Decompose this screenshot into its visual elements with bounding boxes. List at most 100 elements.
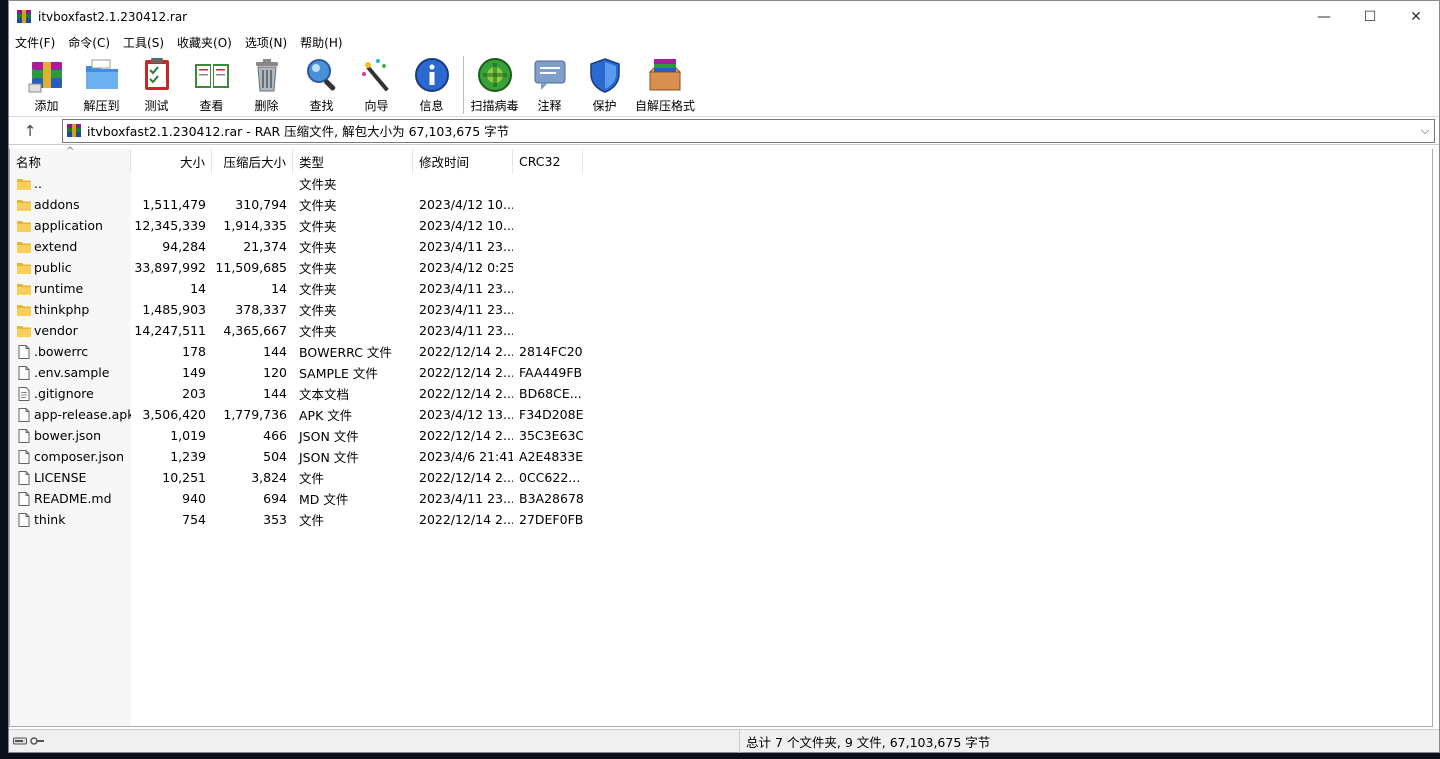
file-row[interactable]: LICENSE 10,251 3,824 文件 2022/12/14 2... 0CC62…	[10, 467, 1432, 488]
sfx-button[interactable]: 自解压格式	[632, 56, 698, 114]
file-size: 1,485,903	[142, 302, 206, 317]
file-row[interactable]: thinkphp 1,485,903 378,337 文件夹 2023/4/11 23.…	[10, 299, 1432, 320]
file-modified: 2022/12/14 2...	[419, 512, 513, 527]
extract-to-button[interactable]: 解压到	[74, 56, 129, 114]
file-row[interactable]: extend 94,284 21,374 文件夹 2023/4/11 23...	[10, 236, 1432, 257]
add-button[interactable]: 添加	[19, 56, 74, 114]
column-header-size[interactable]: 大小	[131, 149, 212, 173]
menu-favorites[interactable]: 收藏夹(O)	[177, 34, 232, 51]
file-type: JSON 文件	[299, 429, 359, 444]
close-button[interactable]: ✕	[1393, 1, 1439, 33]
virus-scan-button[interactable]: 扫描病毒	[467, 56, 522, 114]
file-size: 3,506,420	[142, 407, 206, 422]
file-row[interactable]: .bowerrc 178 144 BOWERRC 文件 2022/12/14 2... 2…	[10, 341, 1432, 362]
file-row[interactable]: application 12,345,339 1,914,335 文件夹 2023/4/…	[10, 215, 1432, 236]
file-type: 文件	[299, 471, 325, 486]
file-size: 149	[182, 365, 206, 380]
file-size: 33,897,992	[134, 260, 206, 275]
column-header-type[interactable]: 类型	[293, 149, 413, 173]
comment-button[interactable]: 注释	[522, 56, 577, 114]
file-modified: 2023/4/12 13...	[419, 407, 513, 422]
winrar-app-icon	[17, 10, 31, 23]
file-size: 1,239	[170, 449, 206, 464]
file-crc32: 0CC622...	[519, 470, 581, 485]
wizard-button[interactable]: 向导	[349, 56, 404, 114]
file-icon	[18, 344, 30, 359]
find-button[interactable]: 查找	[294, 56, 349, 114]
file-name-cell: LICENSE	[10, 467, 131, 488]
wizard-icon	[361, 59, 389, 92]
menu-options[interactable]: 选项(N)	[245, 34, 287, 51]
file-row[interactable]: .env.sample 149 120 SAMPLE 文件 2022/12/14 2..…	[10, 362, 1432, 383]
test-button[interactable]: 测试	[129, 56, 184, 114]
file-packed-size: 1,779,736	[223, 407, 287, 422]
file-modified	[413, 173, 513, 194]
minimize-button[interactable]: —	[1301, 1, 1347, 33]
view-icon	[194, 64, 229, 88]
file-row[interactable]: bower.json 1,019 466 JSON 文件 2022/12/14 2...…	[10, 425, 1432, 446]
file-icon	[18, 365, 30, 380]
file-name: .gitignore	[34, 386, 94, 401]
text-file-icon	[18, 386, 30, 401]
file-type: 文件夹	[299, 198, 337, 213]
file-row[interactable]: vendor 14,247,511 4,365,667 文件夹 2023/4/11 23…	[10, 320, 1432, 341]
test-icon	[144, 58, 169, 90]
address-dropdown-icon[interactable]: ⌵	[1416, 124, 1434, 138]
file-row[interactable]: app-release.apk 3,506,420 1,779,736 APK 文件 2…	[10, 404, 1432, 425]
file-crc32	[513, 173, 583, 194]
file-modified: 2023/4/11 23...	[419, 491, 513, 506]
protect-button[interactable]: 保护	[577, 56, 632, 114]
toolbar: 添加 解压到 测试 查看 删除 查找 向导 信息 扫描病毒 注释 保护 自解压格…	[9, 51, 1439, 117]
file-packed-size: 1,914,335	[223, 218, 287, 233]
file-icon	[18, 491, 30, 506]
file-row[interactable]: .. 文件夹	[10, 173, 1432, 194]
file-row[interactable]: think 754 353 文件 2022/12/14 2... 27DEF0FB	[10, 509, 1432, 530]
file-type: 文件夹	[299, 282, 337, 297]
column-header-modified[interactable]: 修改时间	[413, 149, 513, 173]
menu-commands[interactable]: 命令(C)	[68, 34, 110, 51]
menu-file[interactable]: 文件(F)	[15, 34, 55, 51]
status-bar: 总计 7 个文件夹, 9 文件, 67,103,675 字节	[9, 729, 1439, 753]
file-size: 754	[182, 512, 206, 527]
file-modified: 2023/4/11 23...	[419, 323, 513, 338]
file-size: 203	[182, 386, 206, 401]
maximize-button[interactable]: ☐	[1347, 1, 1393, 33]
up-one-level-button[interactable]: ↑	[13, 118, 47, 144]
file-row[interactable]: composer.json 1,239 504 JSON 文件 2023/4/6 21:…	[10, 446, 1432, 467]
file-crc32	[513, 299, 583, 320]
menu-tools[interactable]: 工具(S)	[123, 34, 164, 51]
address-bar[interactable]: itvboxfast2.1.230412.rar - RAR 压缩文件, 解包大…	[62, 118, 1435, 143]
file-size: 14	[190, 281, 206, 296]
file-modified: 2023/4/11 23...	[419, 302, 513, 317]
file-row[interactable]: .gitignore 203 144 文本文档 2022/12/14 2... BD68C…	[10, 383, 1432, 404]
file-modified: 2022/12/14 2...	[419, 386, 513, 401]
file-row[interactable]: public 33,897,992 11,509,685 文件夹 2023/4/12 0…	[10, 257, 1432, 278]
file-name: vendor	[34, 323, 78, 338]
file-name: composer.json	[34, 449, 125, 464]
file-name-cell: .bowerrc	[10, 341, 131, 362]
menu-help[interactable]: 帮助(H)	[300, 34, 342, 51]
file-name: application	[34, 218, 103, 233]
file-crc32: F34D208E	[519, 407, 583, 422]
key-icon	[30, 737, 44, 745]
file-size: 12,345,339	[134, 218, 206, 233]
file-name: runtime	[34, 281, 84, 296]
file-packed-size: 120	[263, 365, 287, 380]
file-packed-size: 694	[263, 491, 287, 506]
file-row[interactable]: runtime 14 14 文件夹 2023/4/11 23...	[10, 278, 1432, 299]
column-header-crc32[interactable]: CRC32	[513, 149, 583, 173]
column-header-packed[interactable]: 压缩后大小	[212, 149, 293, 173]
file-modified: 2023/4/11 23...	[419, 281, 513, 296]
delete-button[interactable]: 删除	[239, 56, 294, 114]
file-type: 文件	[299, 513, 325, 528]
file-crc32: A2E4833E	[519, 449, 583, 464]
file-name-cell: extend	[10, 236, 131, 257]
file-name: public	[34, 260, 72, 275]
file-row[interactable]: README.md 940 694 MD 文件 2023/4/11 23... B3A28…	[10, 488, 1432, 509]
file-type: MD 文件	[299, 492, 349, 507]
view-button[interactable]: 查看	[184, 56, 239, 114]
info-button[interactable]: 信息	[404, 56, 459, 114]
file-packed-size: 144	[263, 344, 287, 359]
file-row[interactable]: addons 1,511,479 310,794 文件夹 2023/4/12 10...	[10, 194, 1432, 215]
sfx-icon	[648, 59, 682, 91]
